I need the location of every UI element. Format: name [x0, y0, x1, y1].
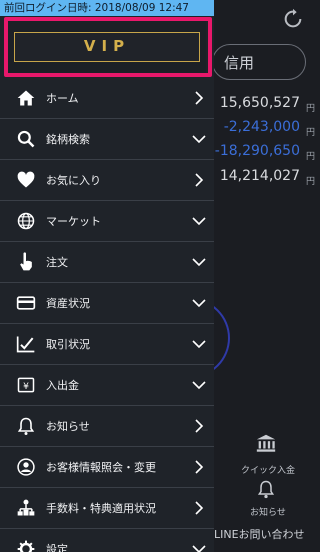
amount-unit: 円: [306, 177, 316, 187]
yen-deposit-icon: ¥: [17, 377, 35, 393]
menu-item-label: マーケット: [46, 215, 101, 228]
heart-icon: [17, 171, 35, 188]
vip-button[interactable]: VIP: [14, 32, 200, 62]
chevron-right-icon: [195, 91, 204, 105]
globe-icon: [17, 212, 35, 230]
chevron-down-icon: [192, 340, 206, 349]
menu-item-search[interactable]: 銘柄検索: [0, 119, 214, 160]
chevron-down-icon: [192, 258, 206, 267]
menu-item-label: 注文: [46, 256, 68, 269]
side-drawer: 前回ログイン日時: 2018/08/09 12:47 VIP ホーム 銘柄検索 …: [0, 0, 214, 552]
user-circle-icon: [17, 458, 35, 476]
chevron-down-icon: [192, 381, 206, 390]
credit-tab-label: 信用: [224, 54, 255, 72]
menu-item-home[interactable]: ホーム: [0, 78, 214, 119]
menu-item-order[interactable]: 注文: [0, 242, 214, 283]
chevron-down-icon: [192, 135, 206, 144]
menu-item-trading[interactable]: 取引状況: [0, 324, 214, 365]
last-login-bar: 前回ログイン日時: 2018/08/09 12:47: [0, 0, 214, 16]
menu-item-deposit[interactable]: ¥ 入出金: [0, 365, 214, 406]
chevron-down-icon: [192, 217, 206, 226]
chevron-down-icon: [192, 545, 206, 552]
chevron-right-icon: [195, 460, 204, 474]
menu-item-settings[interactable]: 設定: [0, 529, 214, 552]
gear-icon: [17, 540, 35, 552]
bell-icon[interactable]: [256, 478, 276, 500]
home-icon: [17, 90, 35, 106]
drawer-menu: ホーム 銘柄検索 お気に入り マーケット 注文 資産状況 取引状況 ¥ 入出金 …: [0, 78, 214, 552]
amount-value: 14,214,027: [219, 168, 300, 184]
menu-item-label: 資産状況: [46, 297, 90, 310]
line-inquiry-label[interactable]: LINEお問い合わせ: [214, 526, 305, 542]
menu-item-label: 設定: [46, 543, 68, 552]
menu-item-favorites[interactable]: お気に入り: [0, 160, 214, 201]
bank-icon[interactable]: [255, 432, 277, 454]
menu-item-label: ホーム: [46, 92, 79, 105]
vip-area: VIP: [8, 20, 206, 74]
menu-item-assets[interactable]: 資産状況: [0, 283, 214, 324]
menu-item-label: お客様情報照会・変更: [46, 461, 156, 474]
menu-item-notices[interactable]: お知らせ: [0, 406, 214, 447]
menu-item-label: 取引状況: [46, 338, 90, 351]
quick-deposit-label[interactable]: クイック入金: [241, 463, 295, 476]
svg-text:¥: ¥: [23, 381, 29, 392]
bell-icon: [17, 417, 35, 435]
menu-item-label: 手数料・特典適用状況: [46, 502, 156, 515]
menu-item-label: 入出金: [46, 379, 79, 392]
menu-item-market[interactable]: マーケット: [0, 201, 214, 242]
menu-item-fees[interactable]: 手数料・特典適用状況: [0, 488, 214, 529]
chevron-right-icon: [195, 419, 204, 433]
chevron-down-icon: [192, 299, 206, 308]
notice-label[interactable]: お知らせ: [250, 505, 286, 518]
amount-value: -2,243,000: [223, 119, 300, 135]
menu-item-label: お気に入り: [46, 174, 101, 187]
org-chart-icon: [17, 499, 35, 516]
hand-pointer-icon: [20, 252, 32, 271]
amount-unit: 円: [306, 128, 316, 138]
menu-item-label: お知らせ: [46, 420, 90, 433]
refresh-icon[interactable]: [282, 8, 304, 30]
menu-item-customer-info[interactable]: お客様情報照会・変更: [0, 447, 214, 488]
amount-value: 15,650,527: [219, 95, 300, 111]
credit-card-icon: [16, 296, 36, 310]
amount-unit: 円: [306, 104, 316, 114]
chart-check-icon: [16, 336, 35, 353]
chevron-right-icon: [195, 501, 204, 515]
amount-value: -18,290,650: [214, 143, 300, 159]
menu-item-label: 銘柄検索: [46, 133, 90, 146]
chevron-right-icon: [195, 173, 204, 187]
amount-unit: 円: [306, 152, 316, 162]
search-icon: [17, 130, 35, 148]
